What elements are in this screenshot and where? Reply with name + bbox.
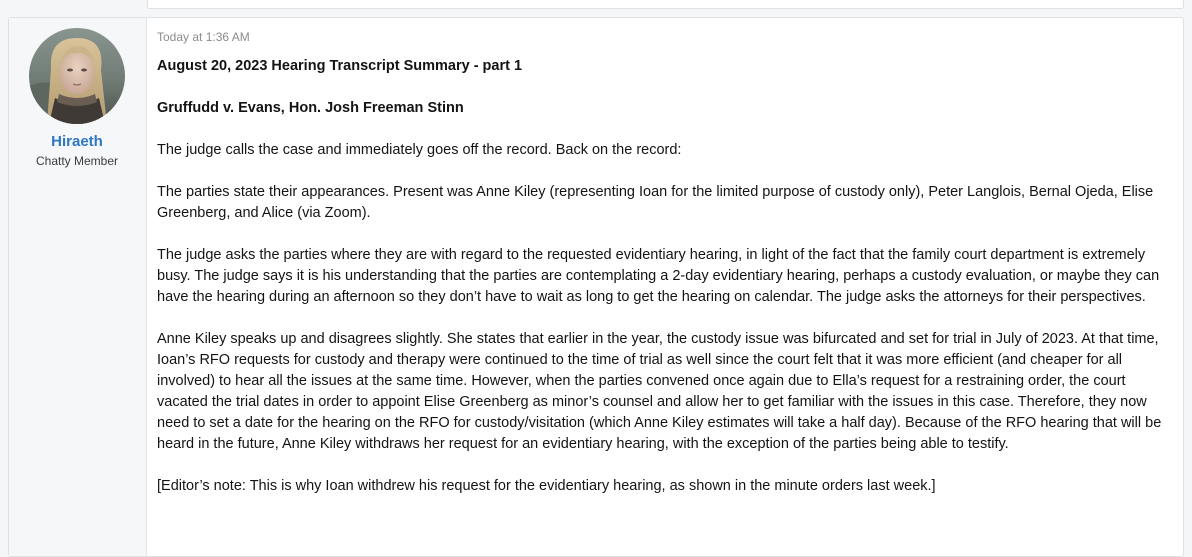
- post-paragraph: The judge calls the case and immediately…: [157, 142, 682, 158]
- previous-post-edge: [0, 0, 1192, 9]
- editor-note: [Editor’s note: This is why Ioan withdre…: [157, 478, 936, 494]
- author-username[interactable]: Hiraeth: [9, 133, 145, 150]
- post-paragraph: Anne Kiley speaks up and disagrees sligh…: [157, 331, 1162, 452]
- user-avatar[interactable]: [29, 28, 125, 124]
- case-title: Gruffudd v. Evans, Hon. Josh Freeman Sti…: [157, 100, 464, 116]
- previous-post-bottom: [147, 0, 1184, 9]
- author-user-title: Chatty Member: [35, 154, 119, 168]
- avatar-image: [29, 28, 125, 124]
- post-timestamp[interactable]: Today at 1:36 AM: [157, 30, 250, 44]
- post-author-panel: Hiraeth Chatty Member: [9, 18, 147, 556]
- post-paragraph: The parties state their appearances. Pre…: [157, 184, 1154, 221]
- post-heading: August 20, 2023 Hearing Transcript Summa…: [157, 58, 523, 74]
- post-paragraph: The judge asks the parties where they ar…: [157, 247, 1160, 305]
- post-body: August 20, 2023 Hearing Transcript Summa…: [157, 56, 1175, 518]
- forum-post: Hiraeth Chatty Member Today at 1:36 AM A…: [8, 17, 1184, 557]
